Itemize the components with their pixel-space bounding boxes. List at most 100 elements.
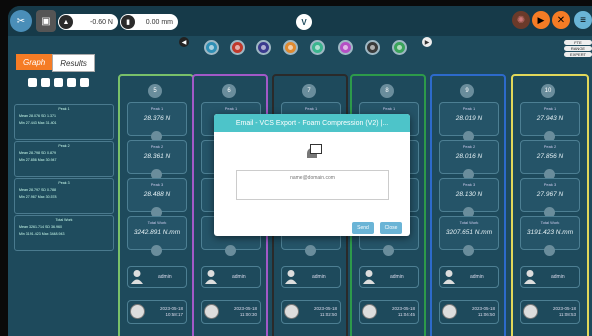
card-action-icon[interactable]	[463, 245, 474, 256]
mode-label-fte[interactable]: FTE	[564, 40, 592, 45]
print-icon[interactable]	[28, 78, 37, 87]
grid-icon[interactable]	[41, 78, 50, 87]
user-name: admin	[470, 274, 484, 280]
station-dot[interactable]	[365, 40, 380, 55]
tab-graph[interactable]: Graph	[16, 54, 53, 70]
email-dialog: Email - VCS Export - Foam Compression (V…	[214, 114, 410, 236]
station-dot[interactable]	[392, 40, 407, 55]
card-label: Peak 2	[543, 144, 557, 149]
summary-title: Total Work	[55, 218, 73, 222]
card-value: 3242.891 N.mm	[133, 229, 181, 236]
summary-line: Mean 28.797 SD 0.788	[19, 188, 56, 192]
scroll-right-icon[interactable]: ▶	[422, 37, 432, 47]
card-label: Peak 1	[150, 106, 164, 111]
summary-line: Min 27.967 Max 30.578	[19, 195, 57, 199]
summary-line: Min 3191.423 Max 3448.943	[19, 232, 65, 236]
card-value: 28.376 N	[143, 115, 171, 122]
user-icon	[131, 270, 143, 284]
card-label: Total Work	[459, 220, 479, 225]
card-label: Peak 1	[462, 106, 476, 111]
timestamp-box: 2023-05-18 11:04:45	[359, 300, 419, 324]
force-readout: ▲ -0.60 N	[58, 14, 118, 30]
test-time: 11:08:53	[558, 312, 576, 317]
card-label: Peak 3	[462, 182, 476, 187]
column-number: 6	[222, 84, 236, 98]
card-label: Peak 1	[224, 106, 238, 111]
timestamp-box: 2023-05-18 10:58:17	[127, 300, 187, 324]
card-action-icon[interactable]	[305, 245, 316, 256]
user-box: admin	[520, 266, 580, 288]
test-time: 10:58:17	[165, 312, 183, 317]
clock-icon	[523, 304, 538, 319]
top-toolbar: ✂ ▣ ▲ -0.60 N ▮ 0.00 mm V ✺ ▶ ✕ ≡	[8, 6, 592, 36]
user-box: admin	[201, 266, 261, 288]
station-dot[interactable]	[256, 40, 271, 55]
column-number: 8	[380, 84, 394, 98]
menu-icon[interactable]: ≡	[574, 11, 592, 29]
app-window: ✂ ▣ ▲ -0.60 N ▮ 0.00 mm V ✺ ▶ ✕ ≡ Graph …	[8, 6, 592, 336]
tool-icon[interactable]: ✂	[10, 10, 32, 32]
result-card-work: Total Work 3242.891 N.mm	[127, 216, 187, 256]
card-value: 28.361 N	[143, 153, 171, 160]
card-value: 3191.423 N.mm	[526, 229, 574, 236]
card-action-icon[interactable]	[151, 245, 162, 256]
mode-label-expert[interactable]: EXPERT	[564, 52, 592, 57]
clock-icon	[442, 304, 457, 319]
tab-results[interactable]: Results	[52, 54, 95, 72]
distance-value: 0.00 mm	[145, 18, 173, 26]
clipboard-icon[interactable]: ▣	[36, 10, 56, 32]
card-value: 28.488 N	[143, 191, 171, 198]
force-value: -0.60 N	[90, 18, 113, 26]
user-box: admin	[359, 266, 419, 288]
result-card-work: Total Work 3191.423 N.mm	[520, 216, 580, 256]
user-box: admin	[439, 266, 499, 288]
wrench-icon[interactable]: ✕	[552, 11, 570, 29]
user-icon	[524, 270, 536, 284]
card-label: Peak 1	[543, 106, 557, 111]
result-column: 5 Peak 1 28.376 N Peak 2 28.361 N Peak 3…	[118, 74, 194, 336]
test-time: 11:06:50	[477, 312, 495, 317]
clock-icon	[130, 304, 145, 319]
result-card-work: Total Work 3207.651 N.mm	[439, 216, 499, 256]
send-button[interactable]: Send	[352, 222, 374, 234]
copy-icon[interactable]	[67, 78, 76, 87]
home-icon[interactable]	[80, 78, 89, 87]
station-dot[interactable]	[283, 40, 298, 55]
card-value: 27.943 N	[536, 115, 564, 122]
mode-label-range[interactable]: RANGE	[564, 46, 592, 51]
column-number: 10	[541, 84, 555, 98]
station-dot[interactable]	[338, 40, 353, 55]
play-icon[interactable]: ▶	[532, 11, 550, 29]
station-dot[interactable]	[204, 40, 219, 55]
column-number: 9	[460, 84, 474, 98]
result-card-peak1: Peak 1 28.019 N	[439, 102, 499, 142]
card-action-icon[interactable]	[225, 245, 236, 256]
email-icon[interactable]	[54, 78, 63, 87]
card-value: 28.016 N	[455, 153, 483, 160]
summary-total-work: Total Work Mean 3261.714 SD 36.960 Min 3…	[14, 215, 114, 251]
mode-labels: FTE RANGE EXPERT	[564, 40, 592, 57]
result-column: 9 Peak 1 28.019 N Peak 2 28.016 N Peak 3…	[430, 74, 506, 336]
email-input[interactable]	[236, 170, 389, 200]
result-card-peak1: Peak 1 27.943 N	[520, 102, 580, 142]
card-action-icon[interactable]	[544, 245, 555, 256]
station-dot[interactable]	[310, 40, 325, 55]
station-dot[interactable]	[230, 40, 245, 55]
card-value: 27.856 N	[536, 153, 564, 160]
close-button[interactable]: Close	[380, 222, 402, 234]
card-value: 27.967 N	[536, 191, 564, 198]
user-name: admin	[158, 274, 172, 280]
summary-line: Mean 3261.714 SD 36.960	[19, 225, 62, 229]
scroll-left-icon[interactable]: ◀	[179, 37, 189, 47]
column-number: 5	[148, 84, 162, 98]
result-card-peak3: Peak 3 28.488 N	[127, 178, 187, 218]
summary-title: Peak 3	[58, 181, 70, 185]
gear-icon[interactable]: ✺	[512, 11, 530, 29]
result-card-peak2: Peak 2 27.856 N	[520, 140, 580, 180]
card-action-icon[interactable]	[383, 245, 394, 256]
distance-readout: ▮ 0.00 mm	[120, 14, 178, 30]
card-value: 28.130 N	[455, 191, 483, 198]
card-label: Peak 1	[304, 106, 318, 111]
timestamp-box: 2023-05-18 11:02:50	[281, 300, 341, 324]
summary-title: Peak 2	[58, 144, 70, 148]
